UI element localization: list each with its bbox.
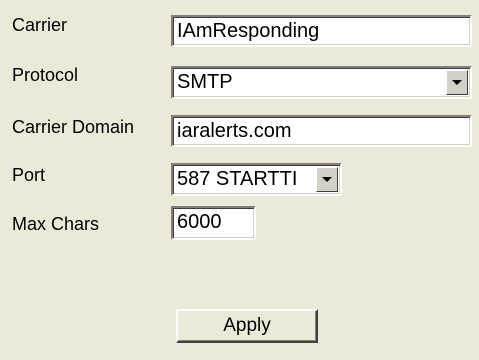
protocol-value: SMTP bbox=[177, 71, 233, 93]
protocol-select[interactable]: SMTP bbox=[171, 66, 472, 99]
carrier-domain-label: Carrier Domain bbox=[12, 117, 135, 137]
port-select[interactable]: 587 STARTTI bbox=[171, 163, 342, 196]
max-chars-label: Max Chars bbox=[12, 214, 100, 234]
carrier-domain-input[interactable]: iaralerts.com bbox=[171, 115, 472, 147]
chevron-down-icon bbox=[452, 80, 462, 85]
port-value: 587 STARTTI bbox=[177, 168, 298, 190]
protocol-label: Protocol bbox=[12, 65, 79, 85]
max-chars-input[interactable]: 6000 bbox=[171, 206, 256, 240]
port-label: Port bbox=[12, 165, 46, 185]
port-dropdown-button[interactable] bbox=[316, 167, 338, 192]
carrier-label: Carrier bbox=[12, 15, 68, 35]
chevron-down-icon bbox=[322, 177, 332, 182]
carrier-input[interactable]: IAmResponding bbox=[171, 15, 472, 47]
protocol-dropdown-button[interactable] bbox=[446, 70, 468, 95]
apply-button[interactable]: Apply bbox=[176, 309, 318, 343]
